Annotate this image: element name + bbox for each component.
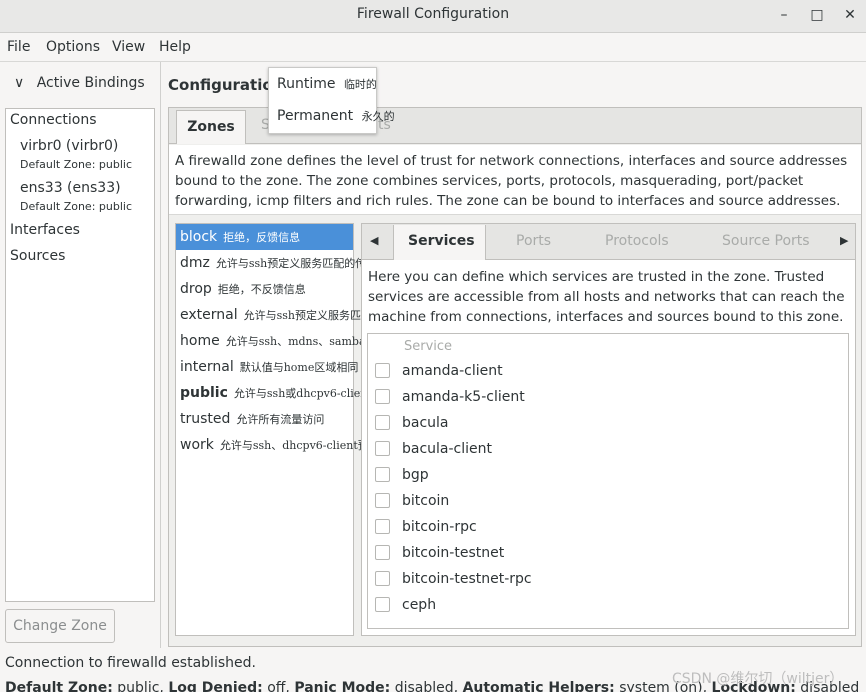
sources-header[interactable]: Sources <box>10 248 65 264</box>
service-row[interactable]: bacula <box>375 410 449 436</box>
watermark: CSDN @维尔切（wiltjer） <box>672 671 844 687</box>
menu-bar: File Options View Help <box>0 33 866 62</box>
zone-note: 默认值与home区域相同 <box>239 361 359 374</box>
tab-ports[interactable]: Ports <box>516 233 551 249</box>
zone-name: drop <box>180 281 212 297</box>
option-note: 永久的 <box>361 110 395 123</box>
service-name: ceph <box>402 597 437 613</box>
title-bar: Firewall Configuration – □ ✕ <box>0 0 866 33</box>
tab-services[interactable]: Services <box>408 233 475 249</box>
zone-name: block <box>180 229 218 245</box>
status-message: Connection to firewalld established. <box>5 655 256 671</box>
service-checkbox[interactable] <box>375 440 390 456</box>
log-denied-value: off <box>267 680 286 692</box>
service-name: bitcoin-rpc <box>402 519 477 535</box>
zone-item-internal[interactable]: internal 默认值与home区域相同 <box>176 354 358 380</box>
service-checkbox[interactable] <box>375 362 390 378</box>
service-checkbox[interactable] <box>375 544 390 560</box>
service-checkbox[interactable] <box>375 388 390 404</box>
window-title: Firewall Configuration <box>356 6 510 22</box>
service-name: bgp <box>402 467 429 483</box>
services-description: Here you can define which services are t… <box>368 269 845 325</box>
active-bindings-expander[interactable]: ∨ Active Bindings <box>14 75 145 91</box>
default-zone-label: Default Zone: <box>5 680 113 692</box>
interfaces-header[interactable]: Interfaces <box>10 222 80 238</box>
minimize-icon[interactable]: – <box>775 6 793 24</box>
tab-zones[interactable]: Zones <box>176 110 246 144</box>
service-name: bitcoin-testnet-rpc <box>402 571 532 587</box>
tab-scroll-right-icon[interactable]: ▶ <box>840 234 848 247</box>
maximize-icon[interactable]: □ <box>808 6 826 24</box>
service-checkbox[interactable] <box>375 414 390 430</box>
zone-item-external[interactable]: external允许与ssh预定义服务匹配的传入流量，其余均拒绝 <box>176 302 493 328</box>
service-row[interactable]: amanda-client <box>375 358 503 384</box>
zone-item-home[interactable]: home允许与ssh、mdns、samba-client或dhcpv6-clie… <box>176 328 685 354</box>
zone-item-dmz[interactable]: dmz 允许与ssh预定义服务匹配的传入流量，其他均拒绝 <box>176 250 465 276</box>
connections-header[interactable]: Connections <box>10 112 97 128</box>
option-label: Permanent <box>277 108 354 124</box>
zone-item-trusted[interactable]: trusted 允许所有流量访问 <box>176 406 353 432</box>
change-zone-button[interactable]: Change Zone <box>5 609 115 643</box>
zone-name: trusted <box>180 411 231 427</box>
configuration-dropdown: Runtime 临时的 Permanent 永久的 <box>268 67 395 134</box>
zone-name: home <box>180 333 220 349</box>
chevron-down-icon: ∨ <box>14 75 25 91</box>
zone-name: internal <box>180 359 234 375</box>
menu-help[interactable]: Help <box>159 39 191 55</box>
zone-item-work[interactable]: work允许与ssh、dhcpv6-client预定义服务匹配的传入流量，其他均… <box>176 432 556 458</box>
panic-mode-value: disabled <box>394 680 454 692</box>
option-runtime[interactable]: Runtime 临时的 <box>277 76 377 92</box>
expander-label: Active Bindings <box>36 75 145 91</box>
zone-name: public <box>180 385 228 401</box>
service-checkbox[interactable] <box>375 570 390 586</box>
service-row[interactable]: bitcoin-testnet <box>375 540 504 566</box>
connection-zone: Default Zone: public <box>20 200 132 213</box>
connection-item-ens33[interactable]: ens33 (ens33) <box>20 180 121 196</box>
tab-scroll-left-icon[interactable]: ◀ <box>370 234 378 247</box>
zone-note: 允许所有流量访问 <box>236 413 325 426</box>
service-row[interactable]: bacula-client <box>375 436 492 462</box>
zone-note: 拒绝，反馈信息 <box>223 231 301 244</box>
service-row[interactable]: amanda-k5-client <box>375 384 525 410</box>
service-row[interactable]: bitcoin-testnet-rpc <box>375 566 532 592</box>
service-name: bitcoin-testnet <box>402 545 505 561</box>
zone-item-block[interactable]: block 拒绝，反馈信息 <box>176 224 353 250</box>
service-row[interactable]: ceph <box>375 592 436 618</box>
service-row[interactable]: bgp <box>375 462 429 488</box>
option-label: Runtime <box>277 76 336 92</box>
automatic-helpers-label: Automatic Helpers: <box>462 680 615 692</box>
service-checkbox[interactable] <box>375 518 390 534</box>
tab-protocols[interactable]: Protocols <box>605 233 669 249</box>
default-zone-value: public <box>117 680 160 692</box>
zone-name: external <box>180 307 238 323</box>
connection-zone: Default Zone: public <box>20 158 132 171</box>
menu-options[interactable]: Options <box>46 39 100 55</box>
service-checkbox[interactable] <box>375 596 390 612</box>
connection-item-virbr0[interactable]: virbr0 (virbr0) <box>20 138 118 154</box>
zone-item-drop[interactable]: drop 拒绝，不反馈信息 <box>176 276 353 302</box>
service-name: bitcoin <box>402 493 450 509</box>
menu-view[interactable]: View <box>112 39 145 55</box>
panic-mode-label: Panic Mode: <box>294 680 391 692</box>
menu-file[interactable]: File <box>7 39 30 55</box>
service-name: amanda-k5-client <box>402 389 525 405</box>
service-column-header[interactable]: Service <box>404 339 452 354</box>
zones-description: A firewalld zone defines the level of tr… <box>175 153 848 209</box>
option-permanent[interactable]: Permanent 永久的 <box>277 108 395 124</box>
service-name: amanda-client <box>402 363 503 379</box>
zone-note: 拒绝，不反馈信息 <box>217 283 306 296</box>
tab-source-ports[interactable]: Source Ports <box>722 233 810 249</box>
service-row[interactable]: bitcoin-rpc <box>375 514 477 540</box>
close-icon[interactable]: ✕ <box>841 6 859 24</box>
service-name: bacula <box>402 415 449 431</box>
option-note: 临时的 <box>343 78 377 91</box>
service-name: bacula-client <box>402 441 493 457</box>
zone-name: dmz <box>180 255 210 271</box>
log-denied-label: Log Denied: <box>168 680 263 692</box>
zone-item-public[interactable]: public允许与ssh或dhcpv6-client预定义服务匹配的传入流量，其… <box>176 380 724 406</box>
service-row[interactable]: bitcoin <box>375 488 449 514</box>
zone-name: work <box>180 437 214 453</box>
service-checkbox[interactable] <box>375 466 390 482</box>
service-checkbox[interactable] <box>375 492 390 508</box>
